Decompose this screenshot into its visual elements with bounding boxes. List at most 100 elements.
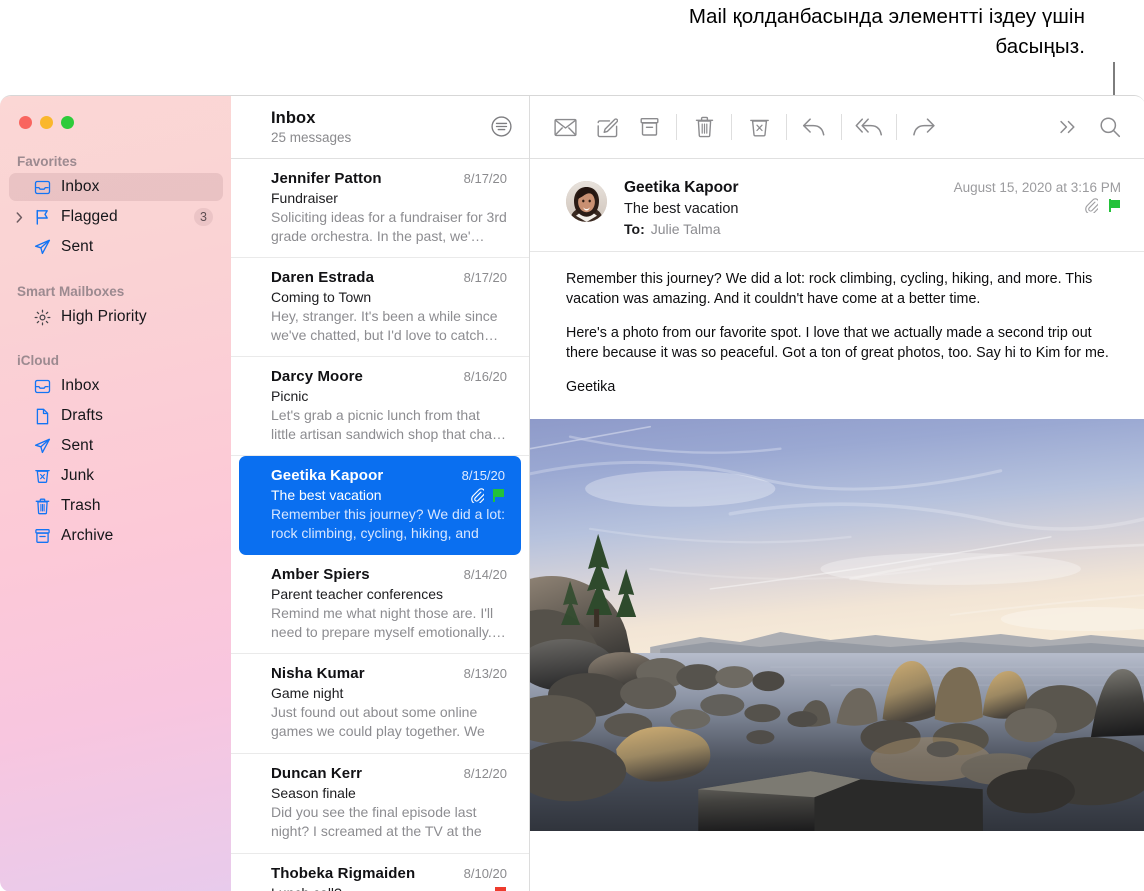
flag-icon <box>29 209 55 225</box>
message-subject: Lunch call? <box>271 885 342 891</box>
get-mail-icon[interactable] <box>544 112 586 142</box>
compose-icon[interactable] <box>586 112 628 142</box>
sidebar-section-title: Favorites <box>0 154 231 171</box>
message-sender: Duncan Kerr <box>271 765 362 782</box>
flagged-count-badge: 3 <box>194 208 213 226</box>
search-icon[interactable] <box>1089 112 1131 142</box>
sidebar-item-label: Flagged <box>61 208 118 226</box>
detail-recipient-row: To: Julie Talma <box>624 221 1121 237</box>
toolbar-divider <box>731 114 732 140</box>
body-signature: Geetika <box>566 378 1121 398</box>
toolbar-divider <box>676 114 677 140</box>
message-preview: Remind me what night those are. I'll nee… <box>271 604 507 641</box>
message-row[interactable]: Thobeka Rigmaiden 8/10/20 Lunch call? Th… <box>231 854 529 891</box>
to-value: Julie Talma <box>651 221 721 237</box>
reply-icon[interactable] <box>793 112 835 142</box>
reply-all-icon[interactable] <box>848 112 890 142</box>
message-sender: Thobeka Rigmaiden <box>271 865 415 882</box>
document-icon <box>29 408 55 425</box>
message-subject: Season finale <box>271 785 356 801</box>
message-preview: Just found out about some online games w… <box>271 703 507 741</box>
filter-icon[interactable] <box>488 113 514 139</box>
message-subject: Picnic <box>271 388 308 404</box>
sidebar-item-inbox-favorite[interactable]: Inbox <box>9 173 223 201</box>
inbox-icon <box>29 379 55 394</box>
message-row[interactable]: Duncan Kerr 8/12/20 Season finale Did yo… <box>231 754 529 854</box>
body-paragraph: Here's a photo from our favorite spot. I… <box>566 324 1121 363</box>
message-row[interactable]: Nisha Kumar 8/13/20 Game night Just foun… <box>231 654 529 754</box>
minimize-button[interactable] <box>40 116 53 129</box>
toolbar-divider <box>896 114 897 140</box>
zoom-button[interactable] <box>61 116 74 129</box>
message-row[interactable]: Jennifer Patton 8/17/20 Fundraiser Solic… <box>231 159 529 258</box>
flag-green-icon <box>1109 199 1121 212</box>
message-subject: Coming to Town <box>271 289 371 305</box>
attachment-photo[interactable] <box>530 419 1144 831</box>
body-paragraph: Remember this journey? We did a lot: roc… <box>566 270 1121 309</box>
paperclip-icon <box>1085 198 1098 213</box>
message-sender: Amber Spiers <box>271 566 370 583</box>
detail-subject: The best vacation <box>624 201 738 217</box>
message-preview: Soliciting ideas for a fundraiser for 3r… <box>271 208 507 245</box>
detail-marks <box>1085 198 1121 213</box>
flag-green-icon <box>493 489 505 502</box>
sidebar-item-sent-favorite[interactable]: Sent <box>9 233 223 261</box>
sidebar-item-flagged[interactable]: Flagged 3 <box>9 203 223 231</box>
message-count: 25 messages <box>271 130 351 145</box>
sidebar-item-label: Inbox <box>61 377 99 395</box>
paperclip-icon <box>471 488 484 503</box>
message-sender: Geetika Kapoor <box>271 467 383 484</box>
sidebar-section-favorites: Favorites Inbox Flagged 3 <box>0 154 231 261</box>
message-header: Geetika Kapoor August 15, 2020 at 3:16 P… <box>530 159 1144 252</box>
sidebar-item-drafts[interactable]: Drafts <box>9 402 223 430</box>
message-subject: Fundraiser <box>271 190 338 206</box>
message-date: 8/13/20 <box>464 666 507 681</box>
message-preview: Let's grab a picnic lunch from that litt… <box>271 406 507 443</box>
junk-icon[interactable] <box>738 112 780 142</box>
detail-date: August 15, 2020 at 3:16 PM <box>954 180 1121 195</box>
message-sender: Nisha Kumar <box>271 665 365 682</box>
message-marks <box>471 488 505 503</box>
sidebar-item-label: Junk <box>61 467 94 485</box>
message-date: 8/14/20 <box>464 567 507 582</box>
message-row[interactable]: Darcy Moore 8/16/20 Picnic Let's grab a … <box>231 357 529 456</box>
toolbar-divider <box>786 114 787 140</box>
sidebar-item-high-priority[interactable]: High Priority <box>9 303 223 331</box>
sidebar-item-sent-icloud[interactable]: Sent <box>9 432 223 460</box>
sidebar-item-inbox-icloud[interactable]: Inbox <box>9 372 223 400</box>
sidebar-item-label: Sent <box>61 437 93 455</box>
inbox-icon <box>29 180 55 195</box>
sidebar-item-archive[interactable]: Archive <box>9 522 223 550</box>
message-date: 8/17/20 <box>464 171 507 186</box>
message-row-selected[interactable]: Geetika Kapoor 8/15/20 The best vacation <box>239 456 521 555</box>
toolbar-divider <box>841 114 842 140</box>
trash-icon <box>29 498 55 515</box>
message-subject: Game night <box>271 685 343 701</box>
detail-sender: Geetika Kapoor <box>624 179 739 197</box>
avatar <box>566 181 607 222</box>
close-button[interactable] <box>19 116 32 129</box>
trash-icon[interactable] <box>683 112 725 142</box>
message-date: 8/16/20 <box>464 369 507 384</box>
message-date: 8/12/20 <box>464 766 507 781</box>
message-date: 8/10/20 <box>464 866 507 881</box>
message-preview: Remember this journey? We did a lot: roc… <box>271 505 505 543</box>
sidebar-item-label: Drafts <box>61 407 103 425</box>
message-preview: Hey, stranger. It's been a while since w… <box>271 307 507 344</box>
archive-icon[interactable] <box>628 112 670 142</box>
to-label: To: <box>624 221 645 237</box>
sidebar-item-trash[interactable]: Trash <box>9 492 223 520</box>
sidebar-item-label: Trash <box>61 497 101 515</box>
message-row[interactable]: Amber Spiers 8/14/20 Parent teacher conf… <box>231 555 529 654</box>
message-subject: Parent teacher conferences <box>271 586 443 602</box>
forward-icon[interactable] <box>903 112 945 142</box>
message-subject: The best vacation <box>271 487 382 503</box>
chevron-right-icon[interactable] <box>9 212 29 223</box>
more-chevrons-icon[interactable] <box>1047 112 1089 142</box>
flag-red-icon <box>495 887 507 891</box>
sidebar-item-junk[interactable]: Junk <box>9 462 223 490</box>
message-row[interactable]: Daren Estrada 8/17/20 Coming to Town Hey… <box>231 258 529 357</box>
message-marks <box>495 887 507 891</box>
message-rows: Jennifer Patton 8/17/20 Fundraiser Solic… <box>231 159 529 891</box>
toolbar <box>530 96 1144 159</box>
